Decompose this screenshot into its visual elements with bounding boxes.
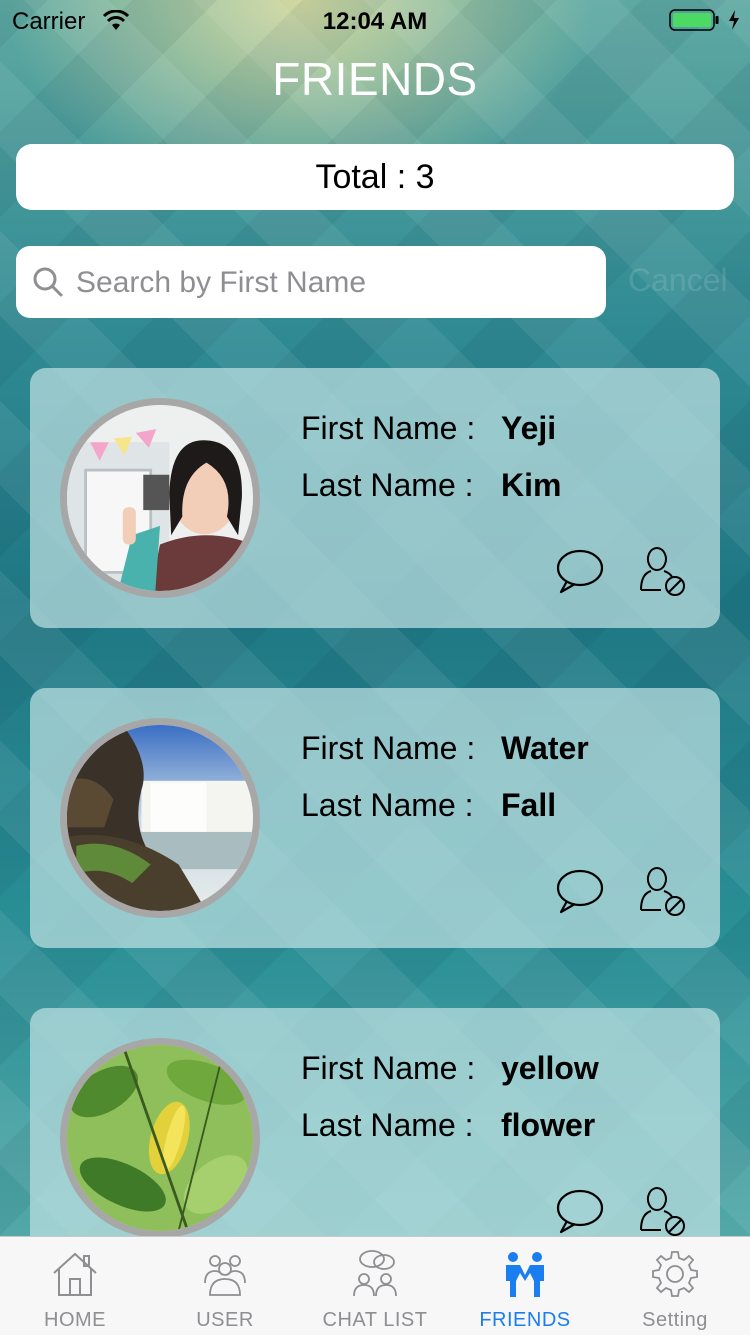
cancel-button[interactable]: Cancel — [628, 262, 728, 299]
gear-icon — [652, 1251, 698, 1297]
tab-setting[interactable]: Setting — [600, 1237, 750, 1335]
friends-icon — [506, 1252, 544, 1297]
page-title: FRIENDS — [272, 53, 478, 105]
first-name-label: First Name : — [301, 730, 476, 766]
charging-icon — [729, 10, 739, 30]
search-input[interactable] — [74, 246, 598, 320]
status-bar: Carrier 12:04 AM — [0, 0, 750, 40]
last-name-label: Last Name : — [301, 787, 474, 823]
friend-card: First Name : Water Last Name : Fall — [30, 688, 720, 948]
first-name-value: yellow — [501, 1050, 599, 1086]
battery-icon — [669, 9, 719, 31]
last-name-value: Fall — [501, 787, 557, 823]
status-time: 12:04 AM — [322, 8, 428, 35]
block-user-icon[interactable] — [637, 1184, 689, 1236]
avatar[interactable] — [60, 398, 260, 598]
friend-card: First Name : Yeji Last Name : Kim — [30, 368, 720, 628]
chat-bubble-icon[interactable] — [555, 1188, 605, 1234]
chat-list-icon — [353, 1250, 397, 1297]
avatar[interactable] — [60, 718, 260, 918]
tab-home[interactable]: HOME — [0, 1237, 150, 1335]
users-icon — [204, 1255, 246, 1296]
tab-label: CHAT LIST — [322, 1309, 428, 1331]
tab-label: HOME — [44, 1309, 106, 1331]
block-user-icon[interactable] — [637, 864, 689, 916]
tab-friends[interactable]: FRIENDS — [450, 1237, 600, 1335]
chat-bubble-icon[interactable] — [555, 548, 605, 594]
first-name-label: First Name : — [301, 1050, 476, 1086]
first-name-value: Water — [501, 730, 589, 766]
tab-bar: HOME USER CHAT LIST FRIENDS Setting — [0, 1236, 750, 1335]
tab-label: FRIENDS — [479, 1309, 571, 1331]
tab-label: USER — [196, 1309, 254, 1331]
chat-bubble-icon[interactable] — [555, 868, 605, 914]
last-name-label: Last Name : — [301, 467, 474, 503]
search-icon — [33, 267, 63, 297]
tab-chat-list[interactable]: CHAT LIST — [300, 1237, 450, 1335]
total-count: Total : 3 — [16, 144, 734, 210]
block-user-icon[interactable] — [637, 544, 689, 596]
last-name-value: Kim — [501, 467, 562, 503]
tab-label: Setting — [642, 1309, 708, 1331]
home-icon — [53, 1252, 97, 1296]
first-name-label: First Name : — [301, 410, 476, 446]
search-bar[interactable] — [16, 246, 606, 320]
last-name-value: flower — [501, 1107, 596, 1143]
friend-card: First Name : yellow Last Name : flower — [30, 1008, 720, 1268]
tab-user[interactable]: USER — [150, 1237, 300, 1335]
last-name-label: Last Name : — [301, 1107, 474, 1143]
first-name-value: Yeji — [501, 410, 557, 446]
avatar[interactable] — [60, 1038, 260, 1238]
